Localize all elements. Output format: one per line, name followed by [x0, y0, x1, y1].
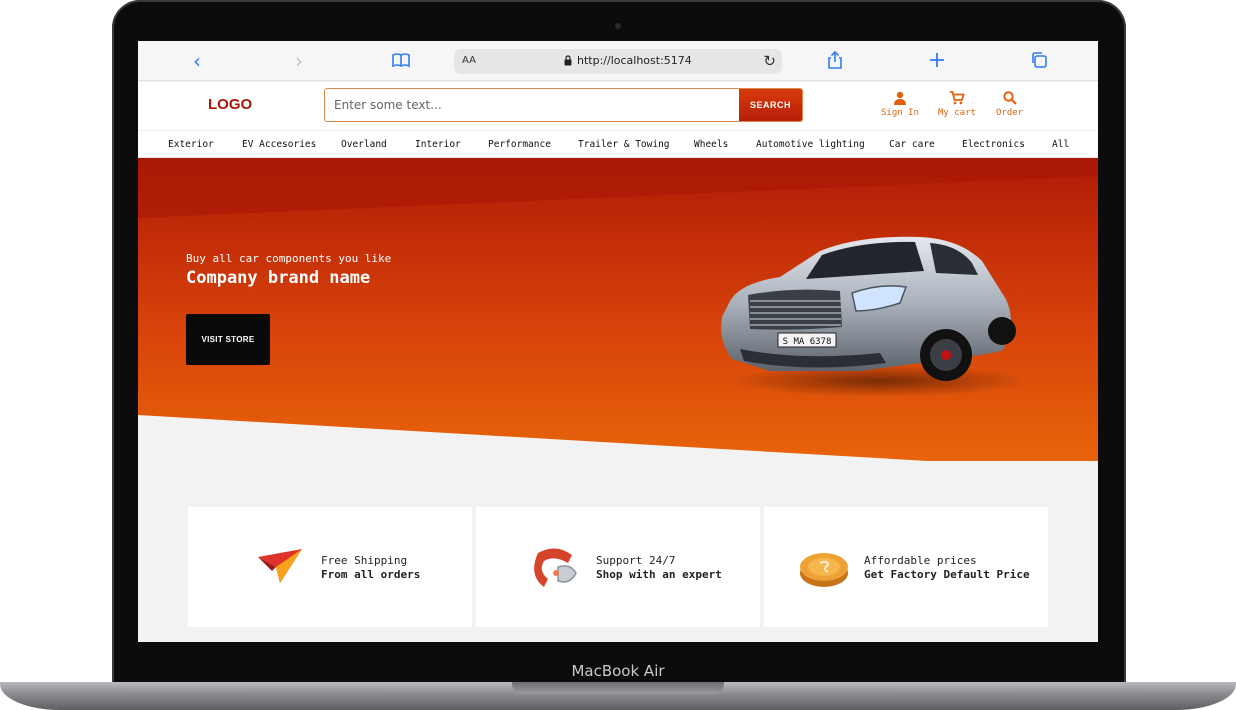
category-electronics[interactable]: Electronics [962, 139, 1025, 150]
book-icon[interactable] [390, 50, 412, 72]
browser-screen: ‹ › AA http://localhost:5174 ↻ LOGO SEAR… [138, 41, 1098, 642]
feature-shipping-subtitle: From all orders [321, 568, 421, 581]
phone-icon [534, 548, 577, 587]
cart-icon [949, 91, 965, 105]
lock-icon [564, 55, 572, 66]
category-exterior[interactable]: Exterior [168, 139, 214, 150]
feature-card-shipping: Free Shipping From all orders [188, 507, 472, 627]
browser-toolbar: ‹ › AA http://localhost:5174 ↻ [138, 41, 1098, 81]
search-bar: SEARCH [324, 88, 803, 122]
laptop-notch [512, 682, 724, 694]
category-trailer-towing[interactable]: Trailer & Towing [578, 139, 670, 150]
category-car-care[interactable]: Car care [889, 139, 935, 150]
url-text: http://localhost:5174 [577, 54, 692, 67]
category-performance[interactable]: Performance [488, 139, 551, 150]
category-ev-accesories[interactable]: EV Accesories [242, 139, 316, 150]
reload-icon[interactable]: ↻ [763, 52, 776, 70]
category-automotive-lighting[interactable]: Automotive lighting [756, 139, 865, 150]
category-nav: Exterior EV Accesories Overland Interior… [138, 130, 1098, 158]
logo[interactable]: LOGO [208, 96, 252, 113]
category-wheels[interactable]: Wheels [694, 139, 728, 150]
hero-banner: Buy all car components you like Company … [138, 158, 1098, 461]
coin-icon [800, 553, 848, 587]
my-cart-label: My cart [938, 108, 976, 118]
feature-prices-subtitle: Get Factory Default Price [864, 568, 1030, 581]
back-icon[interactable]: ‹ [186, 50, 208, 72]
feature-support-subtitle: Shop with an expert [596, 568, 722, 581]
search-input[interactable] [325, 89, 739, 121]
category-all[interactable]: All [1052, 139, 1069, 150]
share-icon[interactable] [824, 50, 846, 72]
feature-support-title: Support 24/7 [596, 554, 676, 567]
category-overland[interactable]: Overland [341, 139, 387, 150]
sign-in-label: Sign In [881, 108, 919, 118]
search-button[interactable]: SEARCH [739, 89, 802, 121]
car-image: S MA 6378 [721, 236, 1020, 396]
feature-prices-title: Affordable prices [864, 554, 977, 567]
visit-store-button[interactable]: VISIT STORE [186, 314, 270, 365]
my-cart-button[interactable]: My cart [938, 90, 976, 118]
order-label: Order [996, 108, 1024, 118]
camera-dot [615, 23, 621, 29]
license-plate: S MA 6378 [783, 337, 832, 347]
forward-icon[interactable]: › [288, 50, 310, 72]
feature-shipping-title: Free Shipping [321, 554, 408, 567]
new-tab-icon[interactable] [926, 50, 948, 72]
category-interior[interactable]: Interior [415, 139, 461, 150]
address-bar[interactable]: AA http://localhost:5174 ↻ [454, 49, 782, 74]
hero-subtitle: Buy all car components you like [186, 252, 392, 265]
feature-card-support: Support 24/7 Shop with an expert [476, 507, 760, 627]
site-header: LOGO SEARCH Sign In My cart Order [138, 82, 1098, 130]
tabs-icon[interactable] [1028, 50, 1050, 72]
text-size-button[interactable]: AA [462, 55, 476, 66]
search-icon [1002, 91, 1017, 105]
hero-title: Company brand name [186, 268, 371, 288]
paper-plane-icon [258, 549, 302, 583]
device-label: MacBook Air [571, 662, 665, 680]
person-icon [893, 91, 906, 105]
feature-card-prices: Affordable prices Get Factory Default Pr… [764, 507, 1048, 627]
order-button[interactable]: Order [996, 90, 1023, 118]
sign-in-button[interactable]: Sign In [881, 90, 919, 118]
